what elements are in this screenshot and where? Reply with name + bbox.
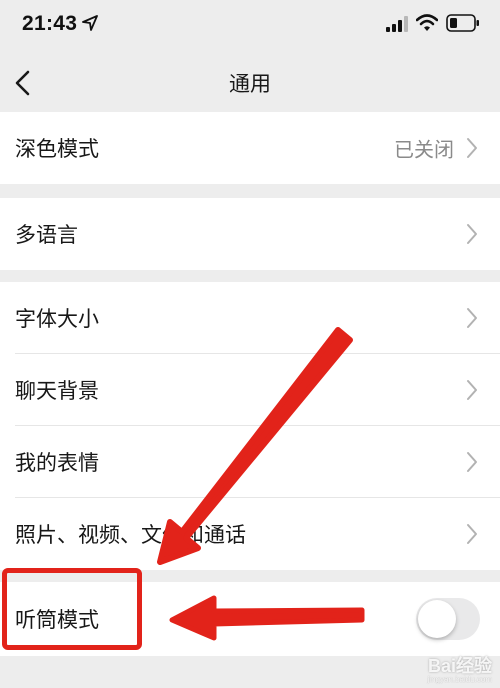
settings-row-dark-mode[interactable]: 深色模式 已关闭 (0, 112, 500, 184)
battery-icon (446, 14, 479, 32)
chevron-right-icon (467, 308, 477, 328)
row-value: 已关闭 (394, 137, 454, 162)
highlight-box (2, 568, 142, 650)
nav-bar: 通用 (0, 50, 500, 112)
row-label: 字体大小 (15, 307, 99, 331)
chevron-right-icon (467, 452, 477, 472)
row-label: 聊天背景 (15, 379, 99, 403)
settings-row-chat-background[interactable]: 聊天背景 (0, 354, 500, 426)
chevron-right-icon (467, 138, 477, 158)
toggle-knob (418, 600, 456, 638)
settings-row-font-size[interactable]: 字体大小 (0, 282, 500, 354)
location-arrow-icon (82, 15, 98, 31)
signal-icon (386, 16, 408, 32)
row-label: 我的表情 (15, 451, 99, 475)
chevron-right-icon (467, 380, 477, 400)
settings-row-my-stickers[interactable]: 我的表情 (0, 426, 500, 498)
settings-row-language[interactable]: 多语言 (0, 198, 500, 270)
wifi-icon (416, 14, 438, 31)
page-title: 通用 (229, 72, 271, 96)
watermark-sub: jingyan.baidu.com (427, 675, 492, 684)
status-time: 21:43 (22, 12, 78, 35)
chevron-right-icon (467, 524, 477, 544)
status-bar: 21:43 (0, 0, 500, 50)
settings-row-photos-videos[interactable]: 照片、视频、文件和通话 (0, 498, 500, 570)
earpiece-mode-toggle[interactable] (416, 598, 480, 640)
row-label: 照片、视频、文件和通话 (15, 523, 246, 547)
chevron-right-icon (467, 224, 477, 244)
row-label: 深色模式 (15, 137, 99, 161)
row-label: 多语言 (15, 223, 78, 247)
